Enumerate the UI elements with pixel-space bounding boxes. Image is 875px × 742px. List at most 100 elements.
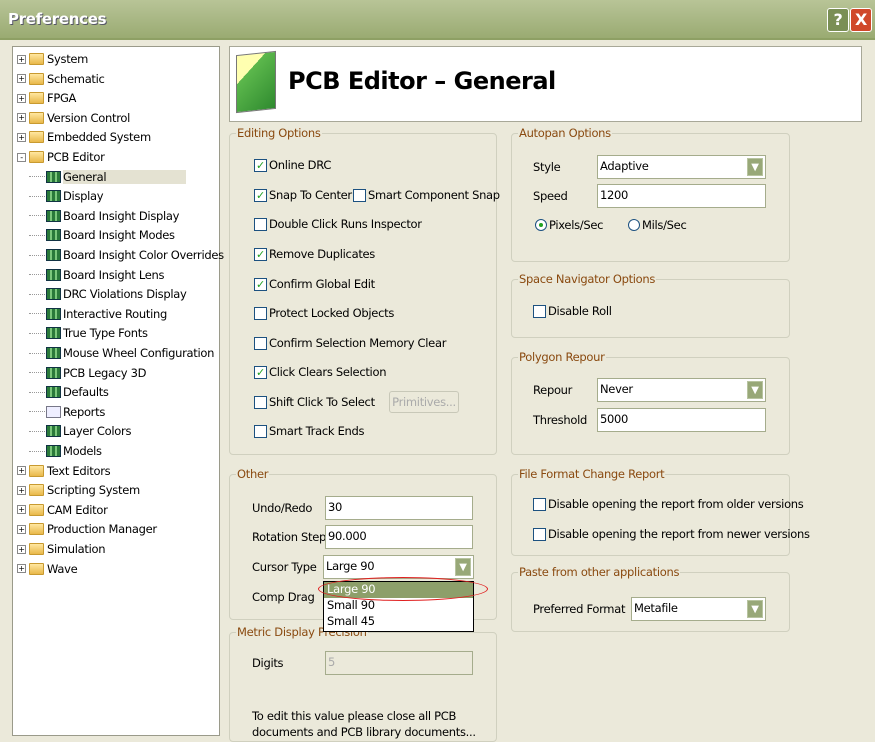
protect-locked-checkbox[interactable]: Protect Locked Objects [254, 306, 394, 320]
tree-item[interactable]: + Embedded System [17, 128, 151, 146]
smart-track-checkbox[interactable]: Smart Track Ends [254, 424, 365, 438]
rotation-input[interactable]: 90.000 [325, 525, 473, 549]
tree-item[interactable]: + Text Editors [17, 462, 111, 480]
click-clears-checkbox[interactable]: ✓ Click Clears Selection [254, 365, 386, 379]
tree-item[interactable]: Board Insight Color Overrides [29, 246, 224, 264]
expander-icon[interactable]: + [17, 466, 26, 476]
primitives-button[interactable]: Primitives... [389, 391, 459, 413]
tree-line [29, 352, 45, 354]
confirm-global-checkbox[interactable]: ✓ Confirm Global Edit [254, 277, 375, 291]
close-button[interactable]: X [850, 8, 872, 32]
tree-item[interactable]: - PCB Editor [17, 148, 105, 166]
tree-item[interactable]: Interactive Routing [29, 305, 167, 323]
checkbox-icon [254, 424, 267, 438]
tree-item[interactable]: DRC Violations Display [29, 285, 187, 303]
tree-item[interactable]: + FPGA [17, 89, 76, 107]
tree-item[interactable]: + Scripting System [17, 481, 140, 499]
expander-icon[interactable]: + [17, 524, 26, 534]
expander-icon[interactable]: + [17, 113, 26, 123]
chevron-down-icon[interactable]: ▼ [747, 381, 763, 399]
pixels-radio[interactable]: Pixels/Sec [535, 218, 603, 232]
style-select[interactable]: Adaptive ▼ [597, 155, 766, 179]
tree-item[interactable]: Defaults [29, 383, 109, 401]
tree-item[interactable]: Display [29, 187, 104, 205]
checkmark-icon: ✓ [254, 188, 267, 202]
tree-item-label: Simulation [47, 542, 106, 556]
tree-item[interactable]: Reports [29, 403, 105, 421]
tree-item[interactable]: + CAM Editor [17, 501, 108, 519]
repour-select[interactable]: Never ▼ [597, 378, 766, 402]
undo-input[interactable]: 30 [325, 496, 473, 520]
option-small-45[interactable]: Small 45 [324, 614, 473, 630]
tree-item-label: Board Insight Lens [63, 267, 165, 282]
folder-icon [29, 464, 44, 477]
highlight-ellipse [318, 577, 488, 601]
tree-item[interactable]: + Wave [17, 560, 78, 578]
expander-icon[interactable]: + [17, 485, 26, 495]
chevron-down-icon[interactable]: ▼ [455, 558, 471, 576]
preferences-tree[interactable]: + System + Schematic + FPGA + Version Control + E… [12, 46, 224, 736]
expander-icon[interactable]: + [17, 544, 26, 554]
speed-input[interactable]: 1200 [597, 184, 766, 208]
disable-roll-checkbox[interactable]: Disable Roll [533, 304, 612, 318]
tree-item[interactable]: General [29, 168, 187, 186]
tree-line [29, 215, 45, 217]
tree-item[interactable]: Mouse Wheel Configuration [29, 344, 214, 362]
metric-note-2: documents and PCB library documents... [252, 725, 476, 739]
radio-label: Pixels/Sec [549, 218, 604, 232]
tree-line [29, 430, 45, 432]
mils-radio[interactable]: Mils/Sec [628, 218, 687, 232]
expander-icon[interactable]: - [17, 152, 26, 162]
page-header: PCB Editor – General [229, 46, 862, 122]
format-label: Preferred Format [533, 602, 626, 616]
tree-item[interactable]: Models [29, 442, 102, 460]
preferred-format-select[interactable]: Metafile ▼ [631, 597, 766, 621]
tree-item[interactable]: + System [17, 50, 88, 68]
pcb-icon [46, 445, 61, 457]
cursor-type-select[interactable]: Large 90 ▼ [323, 555, 474, 579]
tree-item[interactable]: Board Insight Display [29, 207, 179, 225]
tree-item[interactable]: Board Insight Modes [29, 226, 175, 244]
expander-icon[interactable]: + [17, 505, 26, 515]
tree-item[interactable]: + Version Control [17, 109, 130, 127]
expander-icon[interactable]: + [17, 564, 26, 574]
expander-icon[interactable]: + [17, 132, 26, 142]
tree-item-label: General [63, 169, 187, 184]
checkbox-label: Snap To Center [269, 188, 352, 202]
help-button[interactable]: ? [827, 8, 849, 32]
expander-icon[interactable]: + [17, 54, 26, 64]
pcb-icon [46, 190, 61, 203]
threshold-input[interactable]: 5000 [597, 408, 766, 432]
format-value: Metafile [634, 601, 678, 615]
pcb-icon [46, 170, 61, 183]
undo-label: Undo/Redo [252, 501, 313, 515]
online-drc-checkbox[interactable]: ✓ Online DRC [254, 158, 331, 172]
smart-snap-checkbox[interactable]: Smart Component Snap [353, 188, 500, 202]
tree-item[interactable]: + Schematic [17, 70, 105, 88]
checkbox-label: Confirm Global Edit [269, 277, 375, 291]
disable-older-checkbox[interactable]: Disable opening the report from older ve… [533, 497, 804, 511]
remove-dup-checkbox[interactable]: ✓ Remove Duplicates [254, 247, 375, 261]
tree-item[interactable]: True Type Fonts [29, 324, 148, 342]
disable-newer-checkbox[interactable]: Disable opening the report from newer ve… [533, 527, 810, 541]
tree-line [29, 195, 45, 197]
tree-item[interactable]: Board Insight Lens [29, 266, 165, 284]
expander-icon[interactable]: + [17, 74, 26, 84]
window-title: Preferences [8, 10, 107, 28]
snap-center-checkbox[interactable]: ✓ Snap To Center [254, 188, 352, 202]
pcb-icon [46, 249, 61, 261]
chevron-down-icon[interactable]: ▼ [747, 158, 763, 176]
double-click-checkbox[interactable]: Double Click Runs Inspector [254, 217, 422, 231]
tree-line [29, 274, 45, 276]
tree-item[interactable]: PCB Legacy 3D [29, 364, 147, 382]
confirm-sel-checkbox[interactable]: Confirm Selection Memory Clear [254, 336, 446, 350]
tree-item[interactable]: + Production Manager [17, 520, 157, 538]
shift-click-checkbox[interactable]: Shift Click To Select [254, 395, 375, 409]
tree-item-label: Reports [63, 404, 106, 419]
expander-icon[interactable]: + [17, 93, 26, 103]
tree-item[interactable]: Layer Colors [29, 422, 131, 440]
digits-spinner[interactable]: 5 [325, 651, 473, 675]
tree-line [29, 332, 45, 334]
chevron-down-icon[interactable]: ▼ [747, 600, 763, 618]
tree-item[interactable]: + Simulation [17, 540, 106, 558]
